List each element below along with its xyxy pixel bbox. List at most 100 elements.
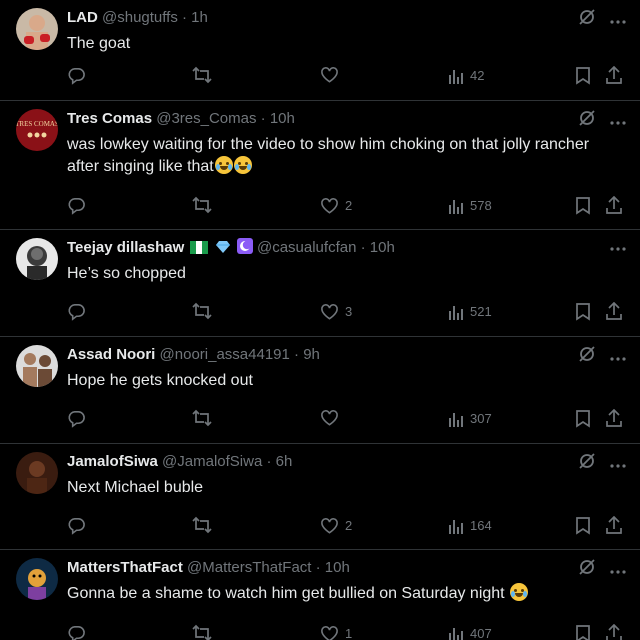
bald-man-avatar-icon[interactable] (16, 238, 58, 280)
heart-icon (321, 626, 338, 640)
reply-button[interactable] (67, 624, 86, 640)
retweet-button[interactable] (192, 409, 212, 427)
share-icon (606, 409, 622, 427)
like-button[interactable]: 2 (320, 196, 352, 216)
bookmark-button[interactable] (575, 302, 591, 321)
reply-icon (68, 68, 85, 85)
author-name[interactable]: Assad Noori (67, 346, 155, 363)
like-button[interactable] (320, 409, 345, 427)
views-button[interactable]: 578 (448, 196, 492, 216)
grok-icon[interactable] (578, 345, 596, 368)
more-icon[interactable] (610, 561, 626, 579)
cartoon-avatar-icon[interactable] (16, 558, 58, 600)
views-chart-icon (449, 413, 463, 427)
share-button[interactable] (605, 624, 623, 640)
author-handle[interactable]: @3res_Comas (156, 110, 256, 127)
tweet-header: LAD @shugtuffs · 1h (67, 8, 570, 28)
share-button[interactable] (605, 302, 623, 321)
views-button[interactable]: 407 (448, 624, 492, 640)
fighter-avatar-icon[interactable] (16, 8, 58, 50)
grok-icon[interactable] (578, 109, 596, 132)
more-icon[interactable] (610, 112, 626, 130)
bookmark-icon (576, 625, 590, 640)
author-handle[interactable]: @casualufcfan (257, 239, 356, 256)
like-count: 1 (345, 626, 353, 640)
bookmark-button[interactable] (575, 516, 591, 535)
like-button[interactable]: 2 (320, 516, 352, 536)
timestamp[interactable]: · 10h (316, 559, 350, 576)
reply-tweet[interactable]: LAD @shugtuffs · 1h The goat 42 (0, 0, 640, 101)
tweet-header: Teejay dillashaw @casualufcfan · 10h (67, 238, 570, 258)
reply-button[interactable] (67, 196, 86, 215)
timestamp[interactable]: · 9h (294, 346, 320, 363)
share-button[interactable] (605, 196, 623, 215)
dark-portrait-avatar-icon[interactable] (16, 452, 58, 494)
share-button[interactable] (605, 409, 623, 428)
more-icon[interactable] (610, 11, 626, 29)
views-button[interactable]: 42 (448, 66, 484, 86)
bookmark-icon (576, 197, 590, 215)
reply-button[interactable] (67, 66, 86, 85)
retweet-button[interactable] (192, 516, 212, 534)
author-handle[interactable]: @shugtuffs (102, 9, 178, 26)
author-handle[interactable]: @MattersThatFact (187, 559, 311, 576)
tweet-header: Assad Noori @noori_assa44191 · 9h (67, 345, 570, 365)
reply-tweet[interactable]: TRES COMAS Tres Comas @3res_Comas · 10h … (0, 101, 640, 230)
views-button[interactable]: 521 (448, 302, 492, 322)
timestamp[interactable]: · 10h (261, 110, 295, 127)
retweet-icon (192, 516, 212, 534)
author-handle[interactable]: @noori_assa44191 (160, 346, 290, 363)
author-name[interactable]: Teejay dillashaw (67, 239, 184, 256)
retweet-button[interactable] (192, 66, 212, 84)
reply-tweet[interactable]: JamalofSiwa @JamalofSiwa · 6h Next Micha… (0, 444, 640, 550)
views-button[interactable]: 307 (448, 409, 492, 429)
timestamp[interactable]: · 1h (182, 9, 208, 26)
like-button[interactable]: 1 (320, 624, 352, 640)
tweet-header: Tres Comas @3res_Comas · 10h (67, 109, 570, 129)
share-button[interactable] (605, 66, 623, 85)
reply-button[interactable] (67, 409, 86, 428)
retweet-button[interactable] (192, 624, 212, 640)
view-count: 164 (470, 518, 492, 533)
retweet-button[interactable] (192, 302, 212, 320)
author-name[interactable]: MattersThatFact (67, 559, 183, 576)
timestamp[interactable]: · 10h (361, 239, 395, 256)
retweet-button[interactable] (192, 196, 212, 214)
author-name[interactable]: LAD (67, 9, 98, 26)
heart-icon (321, 304, 338, 320)
grok-icon[interactable] (578, 558, 596, 581)
fighters-avatar-icon[interactable] (16, 345, 58, 387)
author-name[interactable]: JamalofSiwa (67, 453, 158, 470)
bookmark-button[interactable] (575, 66, 591, 85)
views-chart-icon (449, 200, 463, 214)
tres-comas-logo-icon[interactable]: TRES COMAS (16, 109, 58, 151)
more-icon[interactable] (610, 348, 626, 366)
reply-button[interactable] (67, 516, 86, 535)
reply-tweet[interactable]: Teejay dillashaw @casualufcfan · 10h He’… (0, 230, 640, 337)
tweet-header: MattersThatFact @MattersThatFact · 10h (67, 558, 570, 578)
view-count: 42 (470, 68, 485, 83)
author-name[interactable]: Tres Comas (67, 110, 152, 127)
grok-icon[interactable] (578, 452, 596, 475)
bookmark-button[interactable] (575, 409, 591, 428)
share-button[interactable] (605, 516, 623, 535)
more-icon[interactable] (610, 455, 626, 473)
bookmark-icon (576, 517, 590, 535)
tweet-text: Hope he gets knocked out (67, 372, 253, 389)
like-button[interactable] (320, 66, 345, 84)
share-icon (606, 196, 622, 214)
grok-icon[interactable] (578, 8, 596, 31)
views-button[interactable]: 164 (448, 516, 492, 536)
like-button[interactable]: 3 (320, 302, 352, 322)
author-handle[interactable]: @JamalofSiwa (162, 453, 262, 470)
timestamp[interactable]: · 6h (266, 453, 292, 470)
share-icon (606, 624, 622, 640)
reply-tweet[interactable]: MattersThatFact @MattersThatFact · 10h G… (0, 550, 640, 640)
bookmark-button[interactable] (575, 196, 591, 215)
retweet-icon (192, 409, 212, 427)
bookmark-button[interactable] (575, 624, 591, 640)
more-icon[interactable] (610, 238, 626, 256)
reply-tweet[interactable]: Assad Noori @noori_assa44191 · 9h Hope h… (0, 337, 640, 444)
reply-button[interactable] (67, 302, 86, 321)
retweet-icon (192, 66, 212, 84)
